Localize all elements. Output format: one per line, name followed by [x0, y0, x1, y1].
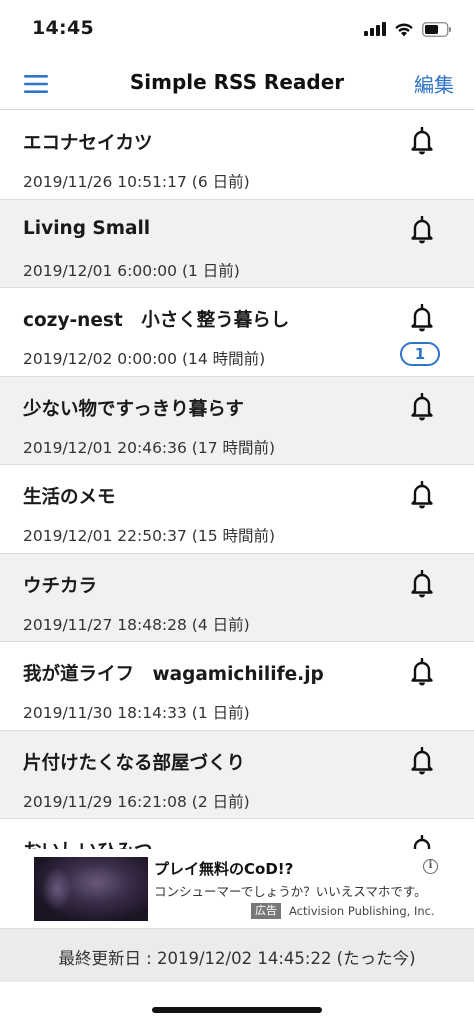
feed-title: エコナセイカツ: [23, 133, 153, 154]
bell-icon[interactable]: [410, 215, 434, 244]
feed-date: 2019/12/02 0:00:00 (14 時間前): [23, 350, 266, 368]
bell-icon[interactable]: [410, 127, 434, 155]
home-indicator[interactable]: [152, 1007, 322, 1013]
feed-row[interactable]: おいしいひみつ: [0, 819, 474, 849]
status-bar: 14:45: [0, 0, 474, 58]
feed-title: ウチカラ: [23, 575, 98, 597]
ad-tag: 広告: [251, 903, 281, 919]
feed-date: 2019/12/01 22:50:37 (15 時間前): [23, 527, 276, 545]
bell-icon[interactable]: [410, 835, 434, 849]
feed-row[interactable]: cozy-nest 小さく整う暮らし 2019/12/02 0:00:00 (1…: [0, 288, 474, 377]
wifi-icon: [395, 23, 413, 36]
feed-date: 2019/11/26 10:51:17 (6 日前): [23, 173, 250, 191]
navigation-bar: Simple RSS Reader 編集: [0, 58, 474, 110]
feed-row[interactable]: 生活のメモ 2019/12/01 22:50:37 (15 時間前): [0, 465, 474, 554]
feed-title: 生活のメモ: [23, 487, 116, 508]
feed-row[interactable]: 我が道ライフ wagamichilife.jp 2019/11/30 18:14…: [0, 642, 474, 731]
feed-row[interactable]: 片付けたくなる部屋づくり 2019/11/29 16:21:08 (2 日前): [0, 730, 474, 819]
feed-list[interactable]: エコナセイカツ 2019/11/26 10:51:17 (6 日前) Livin…: [0, 111, 474, 849]
feed-date: 2019/11/29 16:21:08 (2 日前): [23, 792, 250, 811]
feed-date: 2019/12/01 6:00:00 (1 日前): [23, 261, 240, 280]
feed-title: 少ない物ですっきり暮らす: [23, 398, 244, 420]
feed-title: 片付けたくなる部屋づくり: [23, 752, 246, 774]
feed-date: 2019/11/30 18:14:33 (1 日前): [23, 704, 250, 722]
info-icon[interactable]: i: [423, 859, 438, 874]
last-updated-footer: 最終更新日 : 2019/12/02 14:45:22 (たった今): [0, 928, 474, 982]
bell-icon[interactable]: [410, 658, 434, 686]
status-time: 14:45: [32, 17, 94, 39]
bell-icon[interactable]: [410, 746, 434, 775]
cellular-signal-icon: [364, 22, 386, 36]
feed-title: 我が道ライフ wagamichilife.jp: [23, 664, 324, 685]
ad-banner[interactable]: プレイ無料のCoD!? i コンシューマーでしょうか？いいえスマホです。 広告 …: [0, 850, 474, 928]
ad-image[interactable]: [34, 857, 148, 921]
unread-count-badge: 1: [400, 342, 440, 366]
ad-title[interactable]: プレイ無料のCoD!?: [154, 858, 293, 879]
page-title: Simple RSS Reader: [129, 70, 345, 94]
last-updated-text: 最終更新日 : 2019/12/02 14:45:22 (たった今): [58, 949, 416, 968]
bell-icon[interactable]: [410, 304, 434, 332]
feed-title: おいしいひみつ: [23, 837, 153, 849]
feed-date: 2019/11/27 18:48:28 (4 日前): [23, 615, 250, 634]
feed-row[interactable]: Living Small 2019/12/01 6:00:00 (1 日前): [0, 199, 474, 288]
feed-date: 2019/12/01 20:46:36 (17 時間前): [23, 438, 276, 457]
ad-advertiser: Activision Publishing, Inc.: [289, 904, 435, 918]
edit-button[interactable]: 編集: [414, 69, 454, 98]
bell-icon[interactable]: [410, 569, 434, 598]
battery-icon: [422, 21, 451, 37]
feed-title: cozy-nest 小さく整う暮らし: [23, 310, 290, 331]
ad-description: コンシューマーでしょうか？いいえスマホです。: [154, 884, 427, 899]
feed-title: Living Small: [23, 217, 151, 239]
feed-row[interactable]: ウチカラ 2019/11/27 18:48:28 (4 日前): [0, 553, 474, 642]
feed-row[interactable]: 少ない物ですっきり暮らす 2019/12/01 20:46:36 (17 時間前…: [0, 376, 474, 465]
feed-row[interactable]: エコナセイカツ 2019/11/26 10:51:17 (6 日前): [0, 111, 474, 200]
bell-icon[interactable]: [410, 481, 434, 509]
status-icons: [364, 19, 452, 39]
bell-icon[interactable]: [410, 392, 434, 421]
